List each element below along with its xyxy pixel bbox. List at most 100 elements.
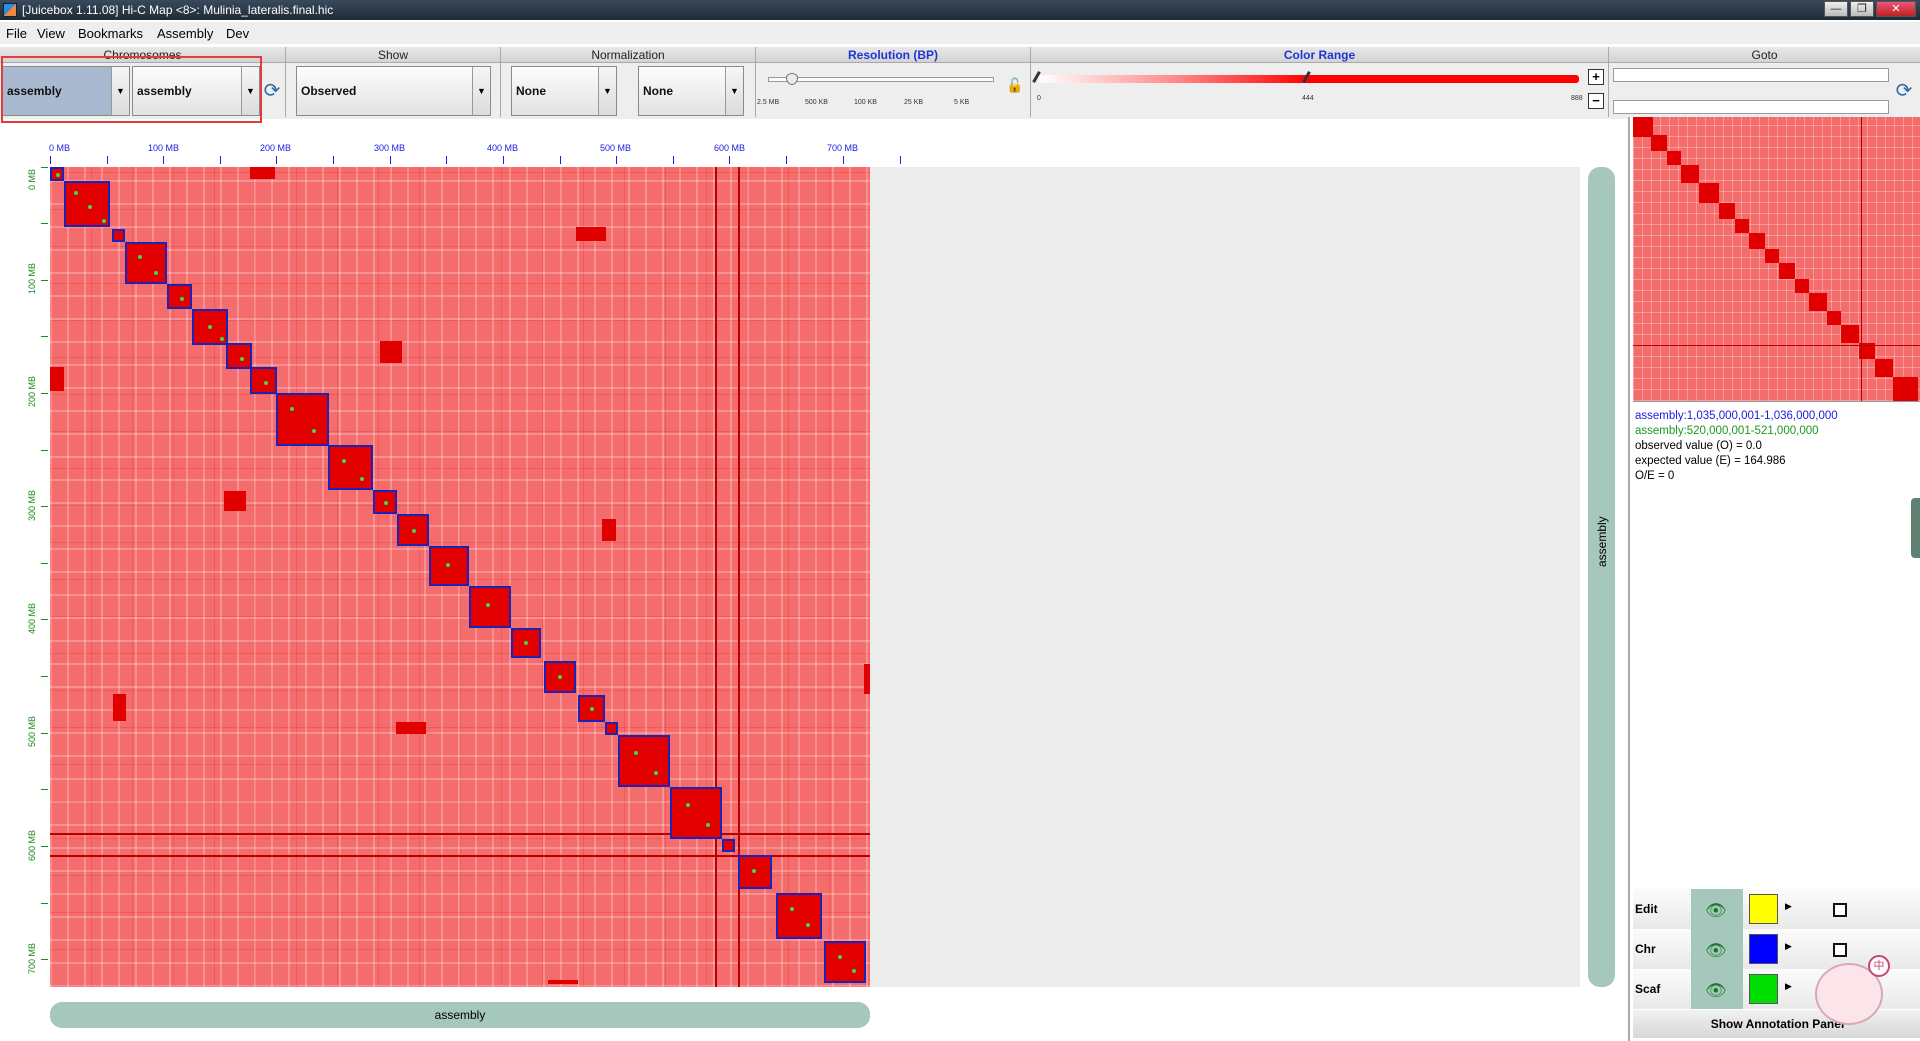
hover-x-locus: assembly:1,035,000,001-1,036,000,000	[1635, 410, 1838, 422]
minimap-block	[1633, 117, 1653, 137]
scaffold-marker	[220, 337, 224, 341]
y-tick-label: 0 MB	[27, 168, 37, 190]
resolution-slider[interactable]	[768, 77, 994, 82]
chromosome-block[interactable]	[776, 893, 822, 939]
y-tick-label: 600 MB	[27, 829, 37, 861]
scaffold-marker	[290, 407, 294, 411]
x-tick-label: 300 MB	[374, 143, 406, 153]
chromosome-y-select[interactable]: assembly ▼	[132, 66, 260, 116]
maximize-button[interactable]: ❐	[1850, 1, 1874, 17]
menu-view[interactable]: View	[37, 26, 65, 41]
x-tick	[729, 156, 730, 164]
heatmap-hotspot	[576, 227, 606, 241]
x-tick	[673, 156, 674, 164]
chromosome-block[interactable]	[605, 722, 618, 735]
annotation-label: Edit	[1635, 902, 1658, 916]
display-option-select[interactable]: Observed ▼	[296, 66, 491, 116]
window-titlebar: [Juicebox 1.11.08] Hi-C Map <8>: Mulinia…	[0, 0, 1920, 20]
scaffold-marker	[806, 923, 810, 927]
x-tick	[616, 156, 617, 164]
chromosome-block[interactable]	[276, 393, 329, 446]
side-drawer-handle[interactable]	[1911, 498, 1920, 558]
menu-dev[interactable]: Dev	[226, 26, 249, 41]
close-button[interactable]: ✕	[1876, 1, 1916, 17]
expand-arrow-icon[interactable]: ▶	[1785, 941, 1792, 952]
thumbnail-minimap[interactable]	[1633, 117, 1920, 402]
color-swatch-button[interactable]	[1749, 894, 1778, 924]
minimize-button[interactable]: —	[1824, 1, 1848, 17]
hic-contact-heatmap[interactable]	[50, 167, 870, 987]
visibility-toggle[interactable]: 👁	[1691, 929, 1743, 969]
chromosome-block[interactable]	[670, 787, 722, 839]
chevron-down-icon: ▼	[472, 67, 490, 115]
expand-arrow-icon[interactable]: ▶	[1785, 901, 1792, 912]
color-range-slider[interactable]	[1039, 75, 1579, 83]
resolution-slider-thumb[interactable]	[786, 73, 798, 85]
chromosome-block[interactable]	[112, 229, 125, 242]
show-header: Show	[286, 47, 500, 63]
visibility-toggle[interactable]: 👁	[1691, 969, 1743, 1009]
chromosome-block[interactable]	[250, 367, 277, 394]
hover-y-locus: assembly:520,000,001-521,000,000	[1635, 425, 1819, 437]
menu-file[interactable]: File	[6, 26, 27, 41]
scaffold-marker	[138, 255, 142, 259]
scaffold-marker	[446, 563, 450, 567]
resolution-panel: Resolution (BP) 2.5 MB 500 KB 100 KB 25 …	[756, 47, 1031, 117]
x-tick	[560, 156, 561, 164]
scaffold-marker	[342, 459, 346, 463]
chromosome-block[interactable]	[167, 284, 192, 309]
goto-y-input[interactable]	[1613, 100, 1889, 114]
resolution-tick: 500 KB	[805, 99, 828, 106]
color-swatch-button[interactable]	[1749, 974, 1778, 1004]
chromosome-block[interactable]	[469, 586, 511, 628]
chromosome-block[interactable]	[125, 242, 167, 284]
scaffold-marker	[486, 603, 490, 607]
chromosome-x-select[interactable]: assembly ▼	[2, 66, 130, 116]
color-swatch-button[interactable]	[1749, 934, 1778, 964]
minimap-block	[1779, 263, 1795, 279]
lock-icon[interactable]: 🔓	[1006, 77, 1023, 95]
chromosome-block[interactable]	[618, 735, 670, 787]
normalization-observed-value: None	[516, 84, 546, 98]
x-tick	[50, 156, 51, 164]
scaffold-marker	[654, 771, 658, 775]
expected-value: expected value (E) = 164.986	[1635, 455, 1786, 467]
refresh-chromosomes-icon[interactable]: ⟳	[261, 80, 283, 102]
goto-x-input[interactable]	[1613, 68, 1889, 82]
chevron-down-icon: ▼	[725, 67, 743, 115]
expand-arrow-icon[interactable]: ▶	[1785, 981, 1792, 992]
color-range-minus-button[interactable]: −	[1588, 93, 1604, 109]
minimap-block	[1699, 183, 1719, 203]
scaffold-marker	[312, 429, 316, 433]
right-panel: assembly:1,035,000,001-1,036,000,000 ass…	[1628, 117, 1920, 1041]
pig-mascot-widget[interactable]: 中	[1810, 955, 1890, 1035]
scaffold-marker	[838, 955, 842, 959]
chevron-down-icon: ▼	[111, 67, 129, 115]
normalization-panel: Normalization None ▼ None ▼	[501, 47, 756, 117]
goto-refresh-icon[interactable]: ⟳	[1893, 80, 1915, 102]
minimap-block	[1841, 325, 1859, 343]
y-assembly-track[interactable]: assembly	[1588, 167, 1615, 987]
chromosome-block[interactable]	[328, 445, 373, 490]
ime-badge[interactable]: 中	[1868, 955, 1890, 977]
visibility-toggle[interactable]: 👁	[1691, 889, 1743, 929]
window-title: [Juicebox 1.11.08] Hi-C Map <8>: Mulinia…	[22, 3, 334, 17]
x-assembly-track[interactable]: assembly	[50, 1002, 870, 1028]
chromosome-block[interactable]	[226, 343, 252, 369]
color-range-plus-button[interactable]: +	[1588, 69, 1604, 85]
toolbar: Chromosomes assembly ▼ assembly ▼ ⟳ Show…	[0, 47, 1920, 123]
chromosome-block[interactable]	[824, 941, 866, 983]
heatmap-hotspot	[50, 367, 64, 391]
normalization-observed-select[interactable]: None ▼	[511, 66, 617, 116]
normalization-control-select[interactable]: None ▼	[638, 66, 744, 116]
chromosome-block[interactable]	[722, 839, 735, 852]
annotation-checkbox[interactable]	[1833, 903, 1847, 917]
y-tick	[41, 506, 48, 507]
scaffold-marker	[706, 823, 710, 827]
chevron-down-icon: ▼	[241, 67, 259, 115]
x-tick	[446, 156, 447, 164]
x-tick	[843, 156, 844, 164]
menu-assembly[interactable]: Assembly	[157, 26, 213, 41]
menu-bookmarks[interactable]: Bookmarks	[78, 26, 143, 41]
scaffold-marker	[790, 907, 794, 911]
